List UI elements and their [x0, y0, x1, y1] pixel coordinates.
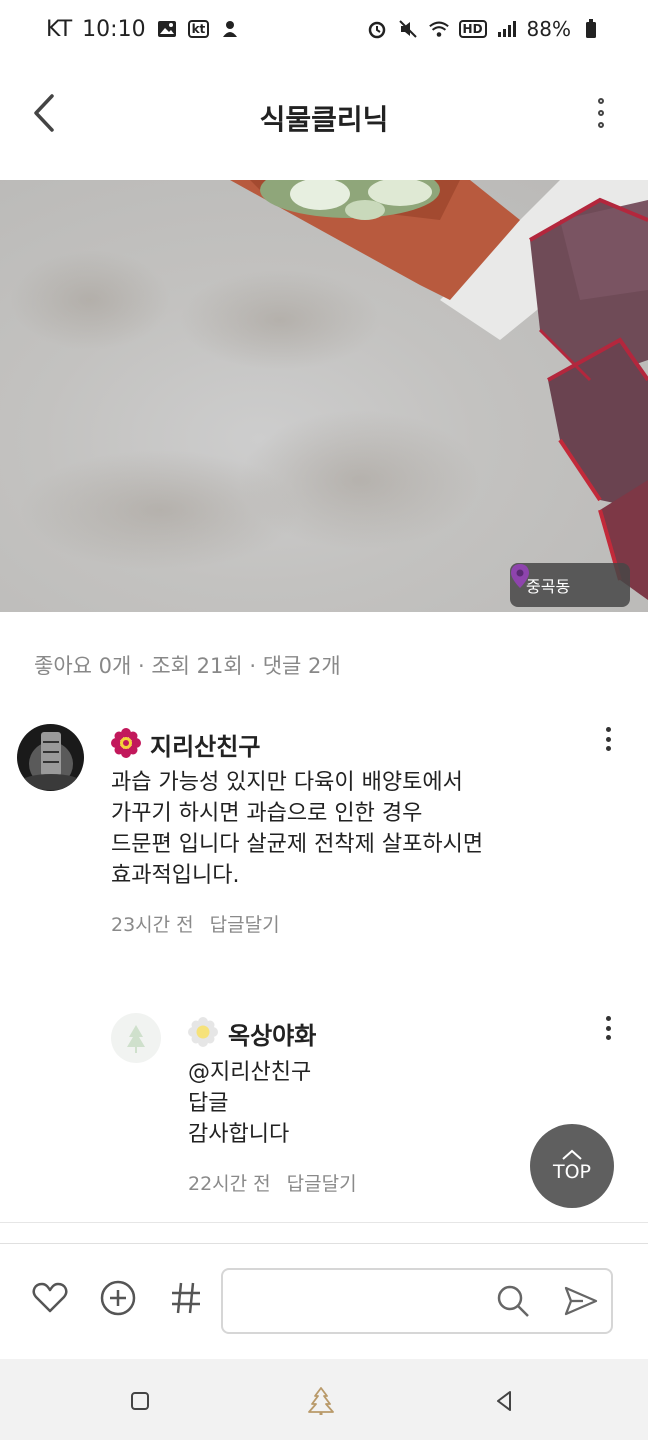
post-photo[interactable]: 중곡동 [0, 180, 648, 612]
comment-input[interactable] [237, 1270, 497, 1330]
post-stats: 좋아요 0개 · 조회 21회 · 댓글 2개 [34, 654, 341, 678]
hashtag-icon [172, 1282, 200, 1314]
notification-icon [219, 18, 241, 40]
status-bar: KT 10:10 kt HD 88% [0, 0, 648, 58]
comment-timestamp: 23시간 전 [111, 914, 194, 936]
carrier-label: KT [46, 16, 73, 42]
home-button[interactable] [303, 1383, 339, 1419]
comment-line: 가꾸기 하시면 과습으로 인한 경우 [111, 801, 423, 826]
battery-label: 88% [526, 17, 571, 41]
chevron-left-icon [34, 94, 54, 132]
more-dot-icon [598, 110, 604, 116]
alarm-icon [366, 18, 388, 40]
location-label: 중곡동 [526, 577, 571, 596]
back-button[interactable] [24, 88, 64, 138]
recent-apps-button[interactable] [122, 1383, 158, 1419]
avatar[interactable] [111, 1013, 161, 1063]
scroll-top-button[interactable]: TOP [530, 1124, 614, 1208]
kt-icon: kt [187, 20, 210, 38]
more-options-button[interactable] [588, 90, 614, 136]
divider [0, 1222, 648, 1223]
more-dot-icon [605, 1016, 611, 1021]
gallery-icon [156, 18, 178, 40]
status-right: HD 88% [366, 17, 602, 41]
heart-icon [32, 1282, 68, 1313]
comment-input-box [221, 1268, 613, 1334]
chevron-up-icon [562, 1149, 582, 1160]
comment-line: 효과적입니다. [111, 863, 240, 888]
comment-meta: 22시간 전 답글달기 [188, 1169, 357, 1196]
location-badge[interactable]: 중곡동 [510, 563, 630, 607]
more-dot-icon [598, 122, 604, 128]
triangle-back-icon [497, 1391, 511, 1411]
more-dot-icon [598, 98, 604, 104]
system-nav-bar [0, 1359, 648, 1440]
comment-line: 감사합니다 [188, 1122, 290, 1147]
comment-more-button[interactable] [598, 724, 618, 754]
comment-line: 드문편 입니다 살균제 전착제 살포하시면 [111, 832, 484, 857]
comment-body: @지리산친구 답글 감사합니다 [188, 1057, 311, 1150]
tree-home-icon [308, 1387, 334, 1415]
page-title: 식물클리닉 [259, 103, 389, 136]
more-dot-icon [605, 1035, 611, 1040]
top-label: TOP [552, 1161, 592, 1183]
tree-avatar-icon [127, 1025, 145, 1053]
send-icon [564, 1286, 598, 1316]
comment-meta: 23시간 전 답글달기 [111, 910, 280, 937]
app-header: 식물클리닉 [0, 58, 648, 178]
search-button[interactable] [493, 1281, 533, 1321]
avatar-image [17, 724, 84, 791]
search-icon [497, 1285, 529, 1317]
plant-photo-image [10, 180, 648, 600]
send-button[interactable] [561, 1281, 601, 1321]
comment-more-button[interactable] [598, 1013, 618, 1043]
more-dot-icon [605, 746, 611, 751]
sun-badge-icon [188, 1017, 218, 1047]
comment-body: 과습 가능성 있지만 다육이 배양토에서 가꾸기 하시면 과습으로 인한 경우 … [111, 767, 483, 891]
attach-button[interactable] [98, 1278, 138, 1318]
signal-icon [496, 18, 518, 40]
status-left: KT 10:10 kt [46, 17, 241, 42]
more-dot-icon [605, 727, 611, 732]
more-dot-icon [605, 736, 611, 742]
back-nav-button[interactable] [486, 1383, 522, 1419]
recent-apps-icon [131, 1392, 149, 1410]
reply-button[interactable]: 답글달기 [287, 1169, 357, 1196]
clock: 10:10 [82, 16, 146, 42]
location-pin-icon [511, 564, 529, 588]
avatar[interactable] [17, 724, 84, 791]
flower-badge-icon [111, 728, 141, 758]
comment-author[interactable]: 옥상야화 [228, 1016, 316, 1051]
more-dot-icon [605, 1025, 611, 1031]
comment-timestamp: 22시간 전 [188, 1173, 271, 1195]
like-button[interactable] [30, 1278, 70, 1318]
comment-line: 답글 [188, 1091, 229, 1116]
comment-input-bar [0, 1243, 648, 1359]
comment-line: @지리산친구 [188, 1060, 312, 1085]
plus-circle-icon [100, 1280, 136, 1316]
hd-icon: HD [458, 20, 487, 38]
comment-line: 과습 가능성 있지만 다육이 배양토에서 [111, 770, 463, 795]
hashtag-button[interactable] [166, 1278, 206, 1318]
battery-icon [580, 18, 602, 40]
comment-author[interactable]: 지리산친구 [150, 727, 260, 762]
reply-button[interactable]: 답글달기 [210, 910, 280, 937]
mute-icon [397, 18, 419, 40]
wifi-icon [428, 18, 450, 40]
